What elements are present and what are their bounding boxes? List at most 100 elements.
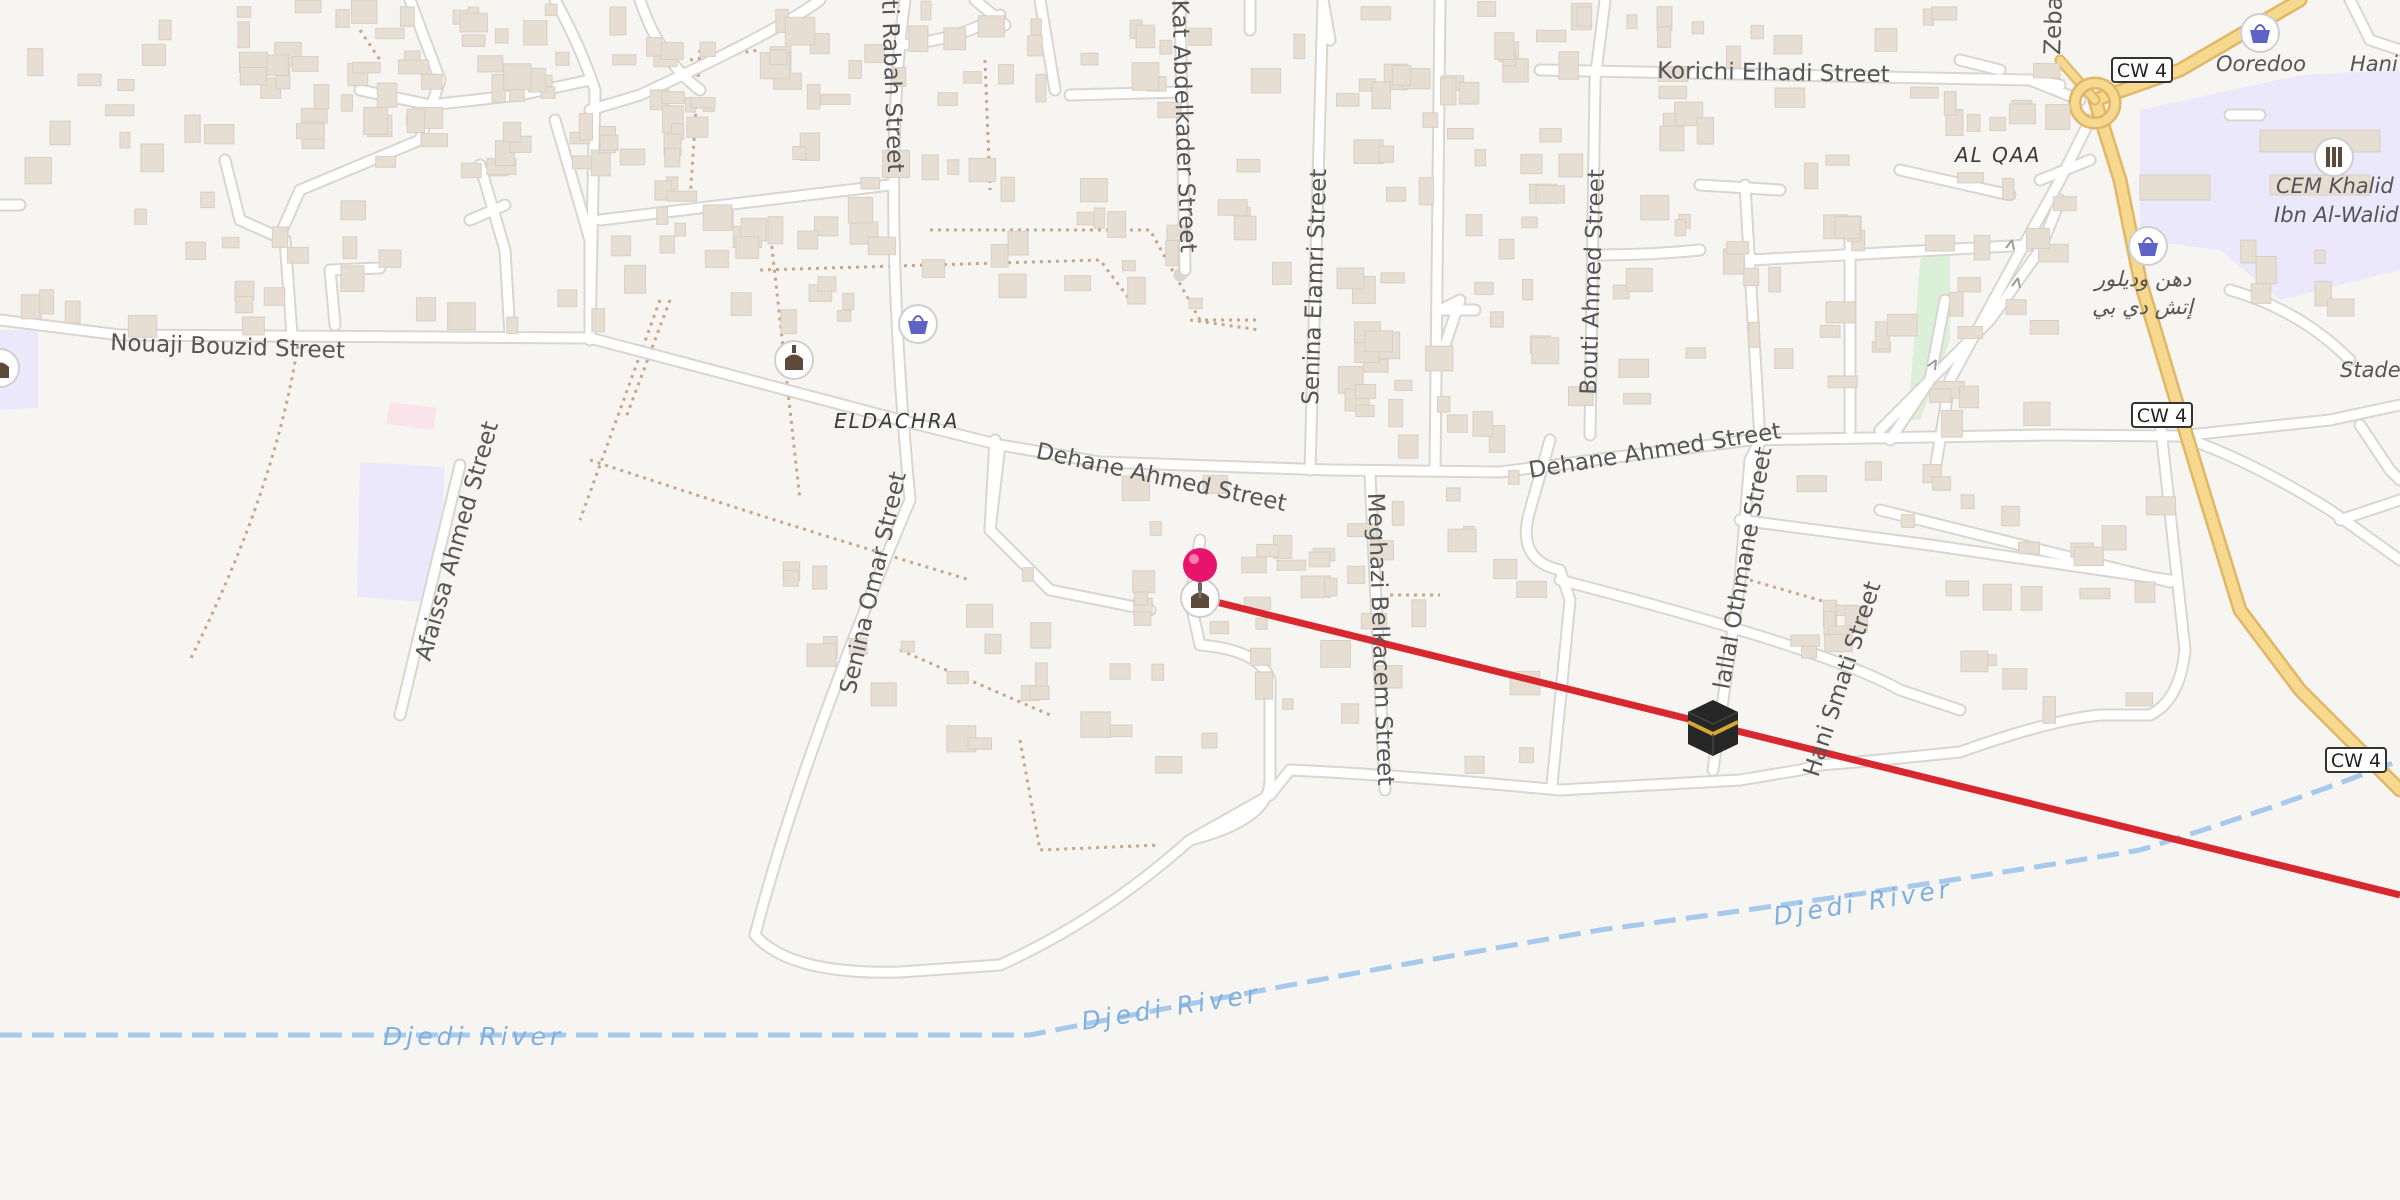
building	[555, 51, 570, 66]
building	[2240, 239, 2257, 264]
building	[1447, 528, 1477, 553]
building	[204, 124, 235, 145]
building	[1819, 325, 1841, 338]
building	[1131, 62, 1160, 91]
building	[1474, 149, 1486, 167]
building	[1447, 128, 1474, 140]
building	[1030, 622, 1052, 649]
building	[806, 643, 837, 667]
building	[2008, 103, 2036, 125]
building	[1035, 73, 1047, 103]
building	[2145, 496, 2177, 516]
building	[1188, 297, 1203, 309]
map-canvas[interactable]: Nouaji Bouzid Street Dehane Ahmed Street…	[0, 0, 2400, 1200]
building	[398, 59, 429, 75]
building	[1022, 567, 1034, 582]
building	[2002, 668, 2028, 690]
building	[461, 34, 486, 48]
building	[1696, 117, 1715, 145]
building	[2250, 283, 2272, 304]
building	[1558, 51, 1580, 80]
building	[624, 264, 646, 294]
building	[612, 54, 637, 66]
building	[506, 316, 519, 335]
building	[704, 249, 729, 268]
building	[836, 309, 852, 322]
building	[351, 0, 378, 24]
building	[421, 73, 443, 90]
building	[134, 208, 148, 225]
building	[1774, 348, 1794, 369]
shopping-bag-icon[interactable]	[898, 304, 938, 344]
building	[24, 157, 52, 185]
map-view[interactable]: Nouaji Bouzid Street Dehane Ahmed Street…	[0, 0, 2400, 1200]
building	[998, 273, 1027, 299]
building	[1151, 663, 1165, 681]
building	[523, 20, 548, 46]
building	[1109, 663, 1131, 680]
building	[842, 292, 855, 311]
building	[1796, 475, 1827, 493]
building	[780, 309, 797, 335]
building	[1217, 199, 1248, 216]
building	[1354, 384, 1377, 399]
building	[967, 737, 992, 750]
building	[735, 236, 760, 259]
building	[1437, 396, 1451, 413]
building	[656, 206, 669, 225]
building	[783, 570, 799, 587]
mosque-icon[interactable]	[774, 340, 814, 380]
building	[406, 108, 426, 134]
building	[351, 61, 381, 74]
building	[1308, 551, 1331, 568]
building	[1827, 375, 1858, 389]
building	[817, 276, 837, 292]
building	[847, 196, 874, 224]
building	[1625, 267, 1653, 293]
building	[2002, 177, 2015, 200]
building	[1640, 195, 1670, 221]
building	[294, 0, 322, 14]
building	[908, 25, 929, 52]
school-icon[interactable]	[2314, 137, 2354, 177]
building	[1250, 68, 1282, 94]
kaaba-icon[interactable]	[1687, 700, 1739, 756]
shopping-bag-icon[interactable]	[2240, 13, 2280, 53]
building	[221, 236, 240, 249]
building	[1029, 685, 1050, 701]
building	[335, 9, 350, 28]
building	[1748, 321, 1760, 348]
building	[848, 60, 862, 79]
building	[900, 640, 915, 653]
building	[784, 16, 816, 46]
route-shield-label: CW 4	[2331, 750, 2381, 772]
building	[1364, 330, 1394, 353]
building	[2020, 586, 2043, 611]
poi-label-cem: CEM Khalid	[2276, 174, 2394, 198]
building	[1957, 172, 1984, 184]
building	[1155, 756, 1183, 774]
building	[1768, 266, 1782, 293]
building	[661, 91, 685, 104]
building	[1380, 272, 1405, 284]
building	[1623, 392, 1652, 405]
building	[1447, 414, 1468, 433]
building	[1531, 337, 1560, 365]
building	[1320, 640, 1351, 668]
building	[1233, 215, 1257, 241]
building	[375, 155, 397, 168]
building	[867, 236, 897, 256]
building	[1957, 277, 1982, 293]
shopping-bag-icon[interactable]	[2128, 226, 2168, 266]
building	[820, 93, 851, 105]
building	[1080, 52, 1099, 66]
building	[966, 603, 994, 628]
building	[1945, 580, 1970, 597]
street-label: Korichi Elhadi Street	[1657, 58, 1890, 88]
building	[1774, 87, 1806, 108]
poi-label-shop-line2: إتش دي بي	[2092, 295, 2195, 320]
building	[1127, 276, 1146, 305]
building	[1472, 411, 1494, 437]
building	[666, 190, 698, 202]
building	[1418, 177, 1435, 206]
